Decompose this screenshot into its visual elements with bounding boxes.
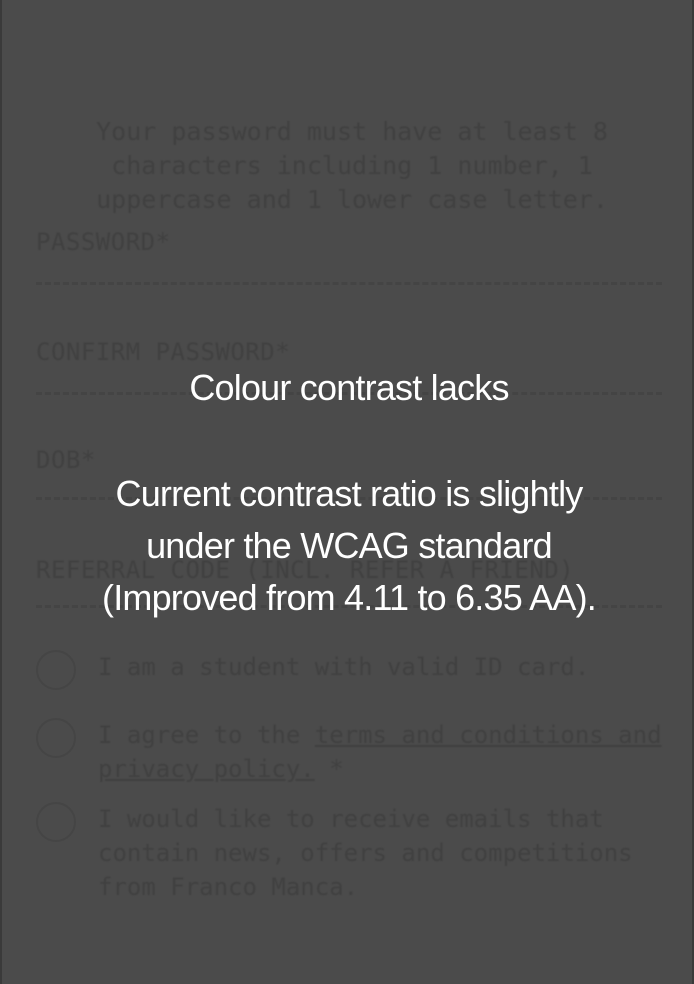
- screen: Your password must have at least 8 chara…: [0, 0, 694, 984]
- overlay-heading: Colour contrast lacks: [189, 367, 509, 408]
- password-label: PASSWORD*: [36, 228, 171, 256]
- terms-checkbox-label: I agree to the terms and conditions and …: [98, 718, 664, 786]
- terms-prefix: I agree to the: [98, 721, 315, 749]
- password-hint: Your password must have at least 8 chara…: [96, 117, 608, 214]
- password-field[interactable]: [36, 282, 662, 285]
- overlay-body-line-1: Current contrast ratio is slightly: [115, 473, 584, 514]
- overlay-body-line-3: (Improved from 4.11 to 6.35 AA).: [102, 577, 597, 618]
- student-checkbox[interactable]: [36, 650, 76, 690]
- terms-checkbox[interactable]: [36, 718, 76, 758]
- overlay-body-line-2: under the WCAG standard: [146, 525, 553, 566]
- terms-required-mark: *: [314, 755, 344, 783]
- student-checkbox-label: I am a student with valid ID card.: [98, 653, 590, 681]
- emails-checkbox-label: I would like to receive emails that cont…: [98, 805, 633, 901]
- emails-checkbox[interactable]: [36, 802, 76, 842]
